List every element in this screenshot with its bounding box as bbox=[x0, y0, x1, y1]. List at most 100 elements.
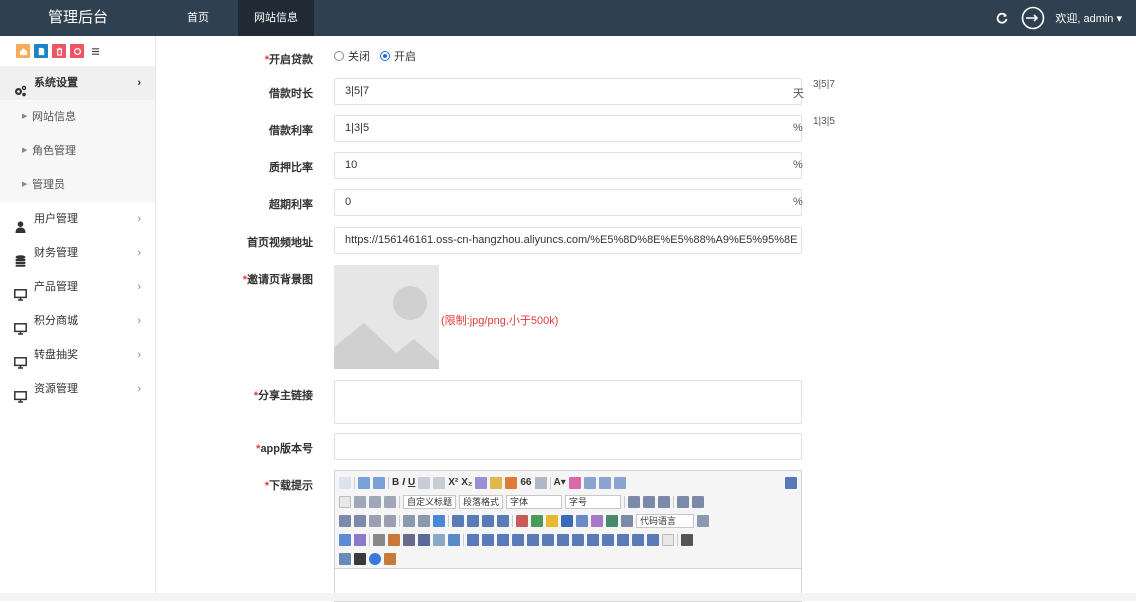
file-icon[interactable] bbox=[34, 44, 48, 58]
template-icon[interactable] bbox=[339, 533, 351, 546]
scrawl-icon[interactable] bbox=[561, 514, 573, 527]
list-icon[interactable] bbox=[88, 44, 102, 58]
print-preview-icon[interactable] bbox=[448, 533, 460, 546]
format-brush-icon[interactable] bbox=[490, 476, 503, 489]
date-icon[interactable] bbox=[388, 533, 400, 546]
html-icon[interactable] bbox=[339, 476, 351, 489]
uppercase-icon[interactable] bbox=[369, 514, 381, 527]
select-all-icon[interactable] bbox=[613, 476, 626, 489]
image-float-none-icon[interactable] bbox=[452, 514, 464, 527]
video-url-input[interactable]: https://156146161.oss-cn-hangzhou.aliyun… bbox=[334, 227, 802, 254]
italic-icon[interactable]: I bbox=[402, 477, 405, 488]
pledge-rate-input[interactable]: 10 bbox=[334, 152, 802, 179]
draft-icon[interactable] bbox=[384, 552, 396, 565]
preview-icon[interactable] bbox=[339, 552, 351, 565]
tab-home[interactable]: 首页 bbox=[176, 0, 220, 36]
avatar[interactable] bbox=[1021, 6, 1045, 30]
split-rows-icon[interactable] bbox=[632, 533, 644, 546]
home-icon[interactable] bbox=[16, 44, 30, 58]
image-placeholder[interactable] bbox=[334, 265, 439, 369]
bg-color-icon[interactable] bbox=[568, 476, 581, 489]
simple-upload-icon[interactable] bbox=[516, 514, 528, 527]
insert-row-icon[interactable] bbox=[512, 533, 524, 546]
sidebar-subitem-site-info[interactable]: ▶ 网站信息 bbox=[0, 100, 155, 134]
insert-image-icon[interactable] bbox=[531, 514, 543, 527]
user-menu[interactable]: 欢迎, admin ▾ bbox=[1055, 10, 1122, 26]
loan-term-input[interactable]: 3|5|7 bbox=[334, 78, 802, 105]
insert-para-before-table-icon[interactable] bbox=[497, 533, 509, 546]
horizontal-rule-icon[interactable] bbox=[373, 533, 385, 546]
loan-rate-input[interactable]: 1|3|5 bbox=[334, 115, 802, 142]
border-text-icon[interactable] bbox=[418, 476, 431, 489]
sidebar-item-users[interactable]: 用户管理 › bbox=[0, 202, 155, 236]
subscript-icon[interactable]: X₂ bbox=[461, 477, 472, 488]
underline-icon[interactable]: U bbox=[408, 477, 415, 488]
delete-row-icon[interactable] bbox=[527, 533, 539, 546]
merge-down-icon[interactable] bbox=[602, 533, 614, 546]
emotion-icon[interactable] bbox=[546, 514, 558, 527]
radio-off[interactable] bbox=[334, 51, 344, 61]
merge-right-icon[interactable] bbox=[587, 533, 599, 546]
eraser-icon[interactable] bbox=[475, 476, 488, 489]
image-float-left-icon[interactable] bbox=[467, 514, 479, 527]
align-center-icon[interactable] bbox=[692, 495, 705, 508]
sidebar-item-products[interactable]: 产品管理 › bbox=[0, 270, 155, 304]
row-spacing-bottom-icon[interactable] bbox=[369, 495, 381, 508]
insert-frame-icon[interactable] bbox=[621, 514, 633, 527]
redo-icon[interactable] bbox=[373, 476, 385, 489]
share-link-textarea[interactable] bbox=[334, 380, 802, 424]
lowercase-icon[interactable] bbox=[384, 514, 396, 527]
print-icon[interactable] bbox=[681, 533, 693, 546]
background-icon[interactable] bbox=[354, 533, 366, 546]
sidebar-item-system-settings[interactable]: 系统设置 › bbox=[0, 66, 155, 100]
rtl-icon[interactable] bbox=[643, 495, 656, 508]
table-props-icon[interactable] bbox=[662, 533, 674, 546]
sidebar-item-points-mall[interactable]: 积分商城 › bbox=[0, 304, 155, 338]
ltr-icon[interactable] bbox=[628, 495, 641, 508]
refresh-icon[interactable] bbox=[993, 9, 1011, 27]
map-icon[interactable] bbox=[606, 514, 618, 527]
clear-doc-icon[interactable] bbox=[339, 495, 351, 508]
unlink-icon[interactable] bbox=[418, 514, 430, 527]
insert-col-icon[interactable] bbox=[542, 533, 554, 546]
line-height-icon[interactable] bbox=[384, 495, 396, 508]
bold-icon[interactable]: B bbox=[392, 477, 399, 488]
sidebar-subitem-admins[interactable]: ▶ 管理员 bbox=[0, 168, 155, 202]
special-chars-icon[interactable] bbox=[418, 533, 430, 546]
font-family-select[interactable]: 字体 bbox=[506, 494, 563, 509]
sidebar-subitem-roles[interactable]: ▶ 角色管理 bbox=[0, 134, 155, 168]
paragraph-format-select[interactable]: 段落格式 bbox=[459, 494, 504, 509]
insert-table-icon[interactable] bbox=[467, 533, 479, 546]
indent-icon[interactable] bbox=[658, 495, 671, 508]
superscript-icon[interactable]: X² bbox=[448, 477, 458, 488]
split-cols-icon[interactable] bbox=[647, 533, 659, 546]
rich-text-editor[interactable]: B I U X² X₂ 66 A▾ 自定义标题 段落格式 字体 字号 代码语言 bbox=[334, 470, 802, 602]
help-icon[interactable] bbox=[369, 552, 381, 565]
ordered-list-icon[interactable] bbox=[583, 476, 596, 489]
auto-format-icon[interactable] bbox=[505, 476, 518, 489]
image-float-right-icon[interactable] bbox=[482, 514, 494, 527]
overdue-rate-input[interactable]: 0 bbox=[334, 189, 802, 216]
insert-video-icon[interactable] bbox=[576, 514, 588, 527]
recycle-icon[interactable] bbox=[70, 44, 84, 58]
radio-on[interactable] bbox=[380, 51, 390, 61]
sidebar-item-lucky-wheel[interactable]: 转盘抽奖 › bbox=[0, 338, 155, 372]
delete-col-icon[interactable] bbox=[557, 533, 569, 546]
row-spacing-top-icon[interactable] bbox=[354, 495, 366, 508]
image-center-icon[interactable] bbox=[497, 514, 509, 527]
link-icon[interactable] bbox=[403, 514, 415, 527]
tab-site-info[interactable]: 网站信息 bbox=[238, 0, 314, 36]
merge-cells-icon[interactable] bbox=[572, 533, 584, 546]
strikethrough-icon[interactable] bbox=[433, 476, 446, 489]
font-color-icon[interactable]: A▾ bbox=[554, 477, 566, 488]
align-right-icon[interactable] bbox=[339, 514, 351, 527]
align-justify-icon[interactable] bbox=[354, 514, 366, 527]
time-icon[interactable] bbox=[403, 533, 415, 546]
anchor-icon[interactable] bbox=[433, 514, 445, 527]
page-break-icon[interactable] bbox=[697, 514, 709, 527]
delete-table-icon[interactable] bbox=[482, 533, 494, 546]
undo-icon[interactable] bbox=[358, 476, 370, 489]
font-size-select[interactable]: 字号 bbox=[565, 494, 622, 509]
unordered-list-icon[interactable] bbox=[598, 476, 611, 489]
custom-title-select[interactable]: 自定义标题 bbox=[403, 494, 457, 509]
